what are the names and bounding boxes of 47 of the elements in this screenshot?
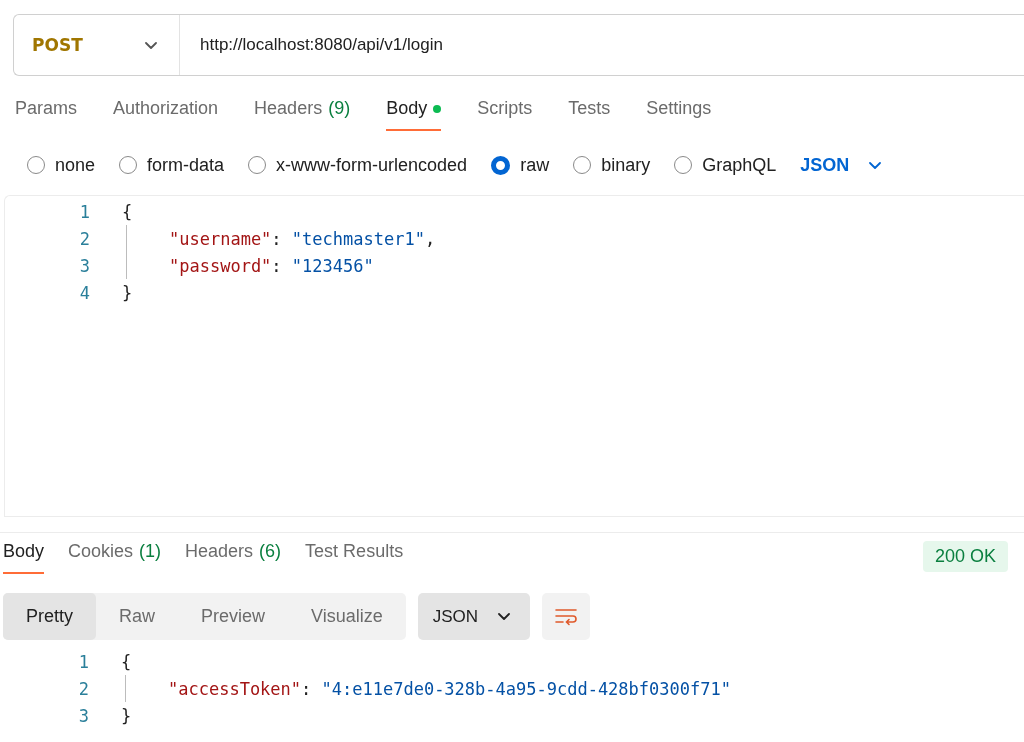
- body-type-option[interactable]: form-data: [119, 154, 225, 176]
- chevron-down-icon: [869, 161, 882, 169]
- request-tab[interactable]: Headers (9): [254, 98, 351, 131]
- code-line: "password": "123456": [169, 255, 374, 276]
- code-line: {: [122, 201, 133, 222]
- line-number: 2: [78, 228, 91, 249]
- line-number: 3: [77, 705, 90, 726]
- method-dropdown[interactable]: POST: [14, 15, 180, 75]
- line-number: 1: [77, 651, 90, 672]
- code-line: }: [121, 705, 132, 726]
- url-field[interactable]: http://localhost:8080/api/v1/login: [180, 34, 1024, 56]
- request-tab[interactable]: Params: [15, 98, 77, 131]
- view-mode-button[interactable]: Visualize: [288, 593, 406, 640]
- response-tab[interactable]: Cookies (1): [68, 541, 162, 574]
- line-number: 1: [78, 201, 91, 222]
- request-tab[interactable]: Body: [386, 98, 442, 131]
- line-number: 2: [77, 678, 90, 699]
- url-bar[interactable]: POST http://localhost:8080/api/v1/login: [13, 14, 1024, 76]
- request-tab[interactable]: Scripts: [477, 98, 533, 131]
- request-tab[interactable]: Authorization: [113, 98, 219, 131]
- view-mode-button[interactable]: Preview: [178, 593, 289, 640]
- format-dropdown[interactable]: JSON: [800, 154, 882, 176]
- code-line: "accessToken": "4:e11e7de0-328b-4a95-9cdd-428bf0300f71": [168, 678, 731, 699]
- line-number: 3: [78, 255, 91, 276]
- body-type-option[interactable]: none: [27, 154, 96, 176]
- code-line: }: [122, 282, 133, 303]
- chevron-down-icon: [145, 41, 157, 49]
- body-type-option[interactable]: raw: [491, 154, 550, 176]
- format-dropdown[interactable]: JSON: [417, 593, 531, 640]
- wrap-lines-icon: [554, 606, 579, 627]
- response-tab[interactable]: Headers (6): [185, 541, 282, 574]
- line-number: 4: [78, 282, 91, 303]
- body-type-option[interactable]: binary: [573, 154, 651, 176]
- request-tab[interactable]: Tests: [568, 98, 611, 131]
- response-tab[interactable]: Body: [3, 541, 45, 574]
- response-tab[interactable]: Test Results: [305, 541, 404, 574]
- view-mode-button[interactable]: Pretty: [3, 593, 96, 640]
- code-line: {: [121, 651, 132, 672]
- code-line: "username": "techmaster1",: [169, 228, 436, 249]
- view-mode-button[interactable]: Raw: [96, 593, 179, 640]
- request-tab[interactable]: Settings: [646, 98, 712, 131]
- code-editor[interactable]: 1 { 2 "username": "techmaster1", 3 "password": "123456" 4 }: [4, 195, 1024, 517]
- chevron-down-icon: [498, 613, 511, 620]
- body-type-option[interactable]: x-www-form-urlencoded: [248, 154, 468, 176]
- status-badge: 200 OK: [922, 541, 1008, 572]
- wrap-lines-button[interactable]: [542, 593, 591, 640]
- body-type-option[interactable]: GraphQL: [674, 154, 777, 176]
